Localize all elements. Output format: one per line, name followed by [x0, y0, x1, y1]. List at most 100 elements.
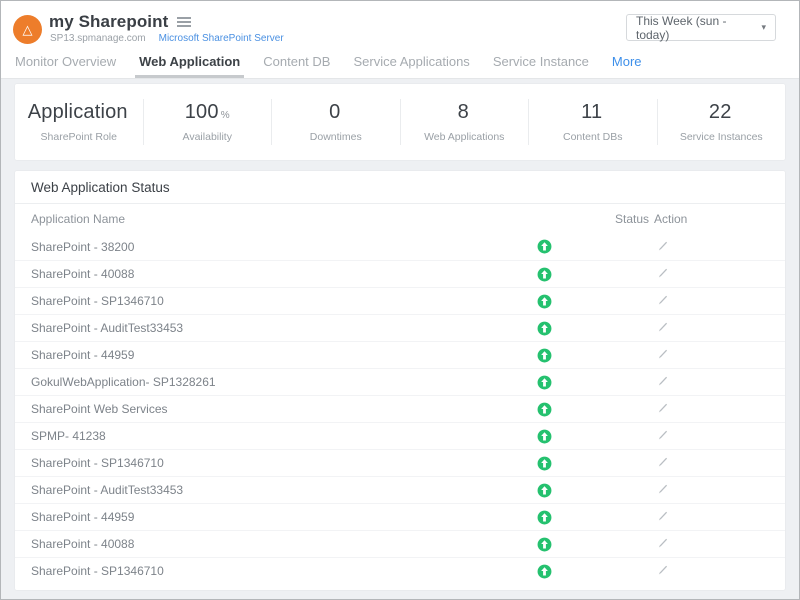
column-header-application-name: Application Name — [31, 212, 509, 226]
application-name: SPMP- 41238 — [31, 429, 509, 443]
arrow-up-circle-icon — [537, 321, 552, 336]
action-cell — [654, 373, 769, 391]
application-name: SharePoint - 38200 — [31, 240, 509, 254]
edit-button[interactable] — [655, 508, 671, 524]
arrow-up-circle-icon — [537, 429, 552, 444]
table-row: SharePoint - SP1346710 — [15, 557, 785, 584]
page: △ my Sharepoint SP13.spmanage.com Micros… — [0, 0, 800, 600]
pencil-icon — [656, 239, 670, 253]
application-name: SharePoint - 40088 — [31, 537, 509, 551]
server-type-link[interactable]: Microsoft SharePoint Server — [159, 33, 284, 44]
stat-label: Downtimes — [272, 131, 400, 143]
status-cell — [509, 510, 579, 525]
action-cell — [654, 508, 769, 526]
period-dropdown[interactable]: This Week (sun - today) ▾ — [626, 14, 776, 41]
tab-label: Content DB — [263, 54, 330, 69]
header: △ my Sharepoint SP13.spmanage.com Micros… — [1, 1, 799, 79]
status-cell — [509, 402, 579, 417]
application-name: SharePoint - 44959 — [31, 348, 509, 362]
application-name: SharePoint - SP1346710 — [31, 564, 509, 578]
arrow-up-circle-icon — [537, 456, 552, 471]
arrow-up-circle-icon — [537, 294, 552, 309]
status-cell — [509, 348, 579, 363]
tab-more[interactable]: More — [608, 48, 646, 78]
edit-button[interactable] — [655, 427, 671, 443]
status-cell — [509, 375, 579, 390]
stat-value: 100 — [185, 101, 219, 123]
application-name: GokulWebApplication- SP1328261 — [31, 375, 509, 389]
column-header-status: Status — [579, 212, 654, 226]
stat-value: 11 — [581, 101, 602, 123]
stat-label: Availability — [144, 131, 272, 143]
status-cell — [509, 239, 579, 254]
application-name: SharePoint - AuditTest33453 — [31, 483, 509, 497]
edit-button[interactable] — [655, 238, 671, 254]
status-cell — [509, 267, 579, 282]
triangle-glyph: △ — [23, 23, 33, 36]
table-row: SharePoint - AuditTest33453 — [15, 476, 785, 503]
arrow-up-circle-icon — [537, 348, 552, 363]
pencil-icon — [656, 347, 670, 361]
edit-button[interactable] — [655, 562, 671, 578]
pencil-icon — [656, 536, 670, 550]
action-cell — [654, 238, 769, 256]
tab-label: More — [612, 54, 642, 69]
page-title: my Sharepoint — [49, 12, 168, 32]
tab-service-applications[interactable]: Service Applications — [349, 48, 473, 78]
table-header-row: Application Name Status Action — [15, 204, 785, 233]
edit-button[interactable] — [655, 481, 671, 497]
status-cell — [509, 429, 579, 444]
status-cell — [509, 537, 579, 552]
pencil-icon — [656, 428, 670, 442]
arrow-up-circle-icon — [537, 267, 552, 282]
table-body: SharePoint - 38200 SharePoint - 40088 — [15, 233, 785, 584]
web-application-status-card: Web Application Status Application Name … — [15, 171, 785, 590]
edit-button[interactable] — [655, 373, 671, 389]
action-cell — [654, 265, 769, 283]
table-row: SharePoint - SP1346710 — [15, 287, 785, 314]
tab-service-instance[interactable]: Service Instance — [489, 48, 593, 78]
action-cell — [654, 562, 769, 580]
table-row: SharePoint - 40088 — [15, 260, 785, 287]
column-header-action: Action — [654, 212, 769, 226]
table-row: SharePoint - 44959 — [15, 341, 785, 368]
table-row: SharePoint Web Services — [15, 395, 785, 422]
tab-content-db[interactable]: Content DB — [259, 48, 334, 78]
edit-button[interactable] — [655, 346, 671, 362]
warning-triangle-icon: △ — [13, 15, 42, 44]
period-dropdown-value: This Week (sun - today) — [636, 14, 761, 42]
arrow-up-circle-icon — [537, 375, 552, 390]
action-cell — [654, 535, 769, 553]
stat-label: SharePoint Role — [15, 131, 143, 143]
tab-web-application[interactable]: Web Application — [135, 48, 244, 78]
status-cell — [509, 456, 579, 471]
stat-availability: 100% Availability — [143, 99, 272, 145]
pencil-icon — [656, 509, 670, 523]
pencil-icon — [656, 401, 670, 415]
content-area: Application SharePoint Role 100% Availab… — [1, 79, 799, 599]
application-name: SharePoint - SP1346710 — [31, 294, 509, 308]
edit-button[interactable] — [655, 535, 671, 551]
status-cell — [509, 294, 579, 309]
stat-label: Service Instances — [658, 131, 786, 143]
pencil-icon — [656, 455, 670, 469]
stats-summary: Application SharePoint Role 100% Availab… — [15, 84, 785, 160]
edit-button[interactable] — [655, 319, 671, 335]
pencil-icon — [656, 266, 670, 280]
tab-label: Monitor Overview — [15, 54, 116, 69]
edit-button[interactable] — [655, 265, 671, 281]
edit-button[interactable] — [655, 400, 671, 416]
tab-label: Service Instance — [493, 54, 589, 69]
edit-button[interactable] — [655, 454, 671, 470]
tab-bar: Monitor Overview Web Application Content… — [1, 48, 799, 79]
table-row: SharePoint - 40088 — [15, 530, 785, 557]
edit-button[interactable] — [655, 292, 671, 308]
pencil-icon — [656, 293, 670, 307]
tab-monitor-overview[interactable]: Monitor Overview — [11, 48, 120, 78]
hamburger-icon[interactable] — [177, 15, 191, 30]
application-name: SharePoint - 44959 — [31, 510, 509, 524]
application-name: SharePoint - AuditTest33453 — [31, 321, 509, 335]
stat-sharepoint-role: Application SharePoint Role — [15, 99, 143, 145]
action-cell — [654, 319, 769, 337]
table-row: SharePoint - AuditTest33453 — [15, 314, 785, 341]
